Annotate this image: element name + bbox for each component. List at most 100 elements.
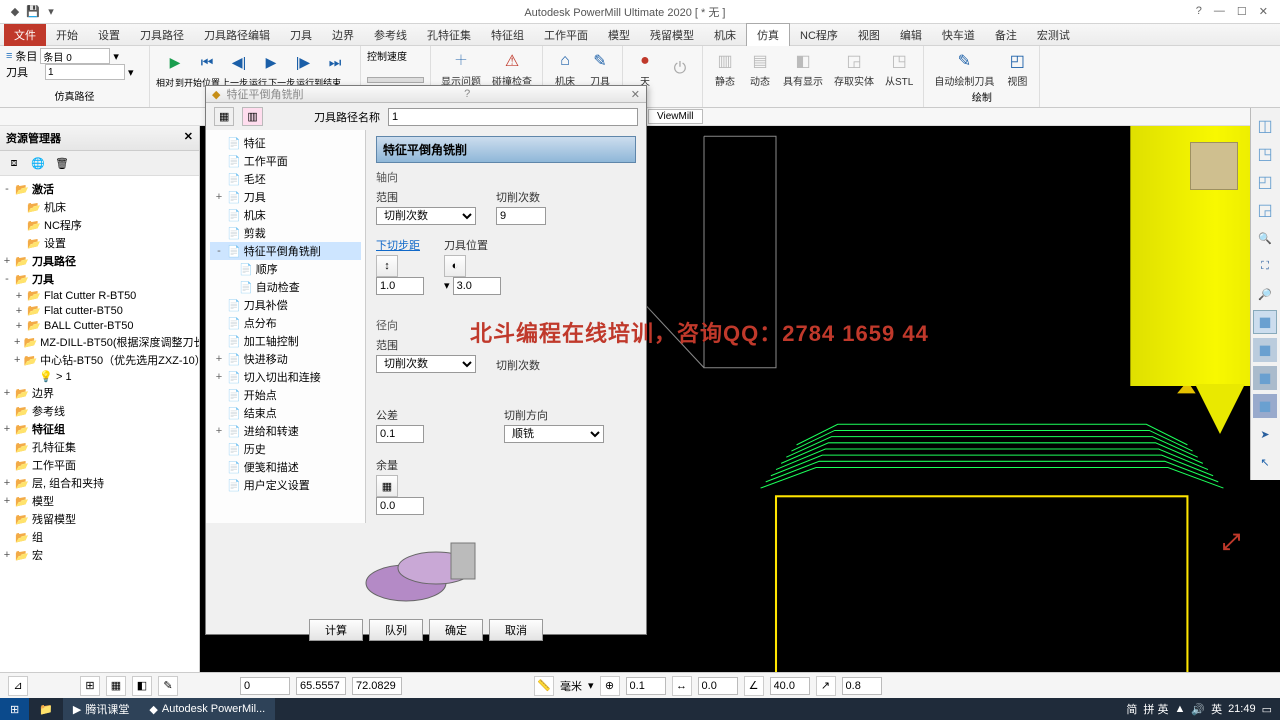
tree-node[interactable]: +📂特征组 xyxy=(2,420,197,438)
tree-node[interactable]: 📂孔特征集 xyxy=(2,438,197,456)
fit-icon[interactable]: ⛶ xyxy=(1253,254,1277,278)
tree-node[interactable]: 📂设置 xyxy=(2,234,197,252)
tab-express[interactable]: 快车道 xyxy=(932,24,985,46)
status-icon[interactable]: ✎ xyxy=(158,676,178,696)
save-icon[interactable]: 💾 xyxy=(26,5,40,19)
fast-fwd-icon[interactable]: ⏭ xyxy=(324,51,346,73)
tree-node[interactable]: +📂Flat Cutter R-BT50 xyxy=(2,288,197,303)
tab-feature[interactable]: 特征组 xyxy=(481,24,534,46)
unit-icon[interactable]: 📏 xyxy=(534,676,554,696)
queue-button[interactable]: 队列 xyxy=(369,619,423,641)
strategy-node[interactable]: 📄点分布 xyxy=(210,314,361,332)
strategy-node[interactable]: 📄机床 xyxy=(210,206,361,224)
play-icon[interactable]: ▶ xyxy=(164,51,186,73)
axial-range-select[interactable]: 切削次数 xyxy=(376,207,476,225)
tab-tool[interactable]: 刀具 xyxy=(280,24,322,46)
status-icon[interactable]: ◧ xyxy=(132,676,152,696)
issues-icon[interactable]: 🞡 xyxy=(449,49,473,73)
coord-y[interactable] xyxy=(296,677,346,695)
step-back-icon[interactable]: ◀| xyxy=(228,51,250,73)
tab-viewmill[interactable]: ViewMill xyxy=(648,109,703,124)
tab-hole[interactable]: 孔特征集 xyxy=(417,24,481,46)
tray-icon[interactable]: 🔊 xyxy=(1191,703,1205,716)
axial-count-input[interactable] xyxy=(496,207,546,225)
off-icon[interactable]: ⏻ xyxy=(668,57,692,81)
tree-node[interactable]: +📂Flat cutter-BT50 xyxy=(2,303,197,318)
clock[interactable]: 21:49 xyxy=(1228,703,1256,715)
tab-toolpath[interactable]: 刀具路径 xyxy=(130,24,194,46)
tab-view[interactable]: 视图 xyxy=(848,24,890,46)
tree-node[interactable]: -📂刀具 xyxy=(2,270,197,288)
strategy-node[interactable]: 📄用户定义设置 xyxy=(210,476,361,494)
tree-node[interactable]: +📂BALL Cutter-BT50 xyxy=(2,318,197,333)
tool-combo[interactable] xyxy=(45,64,125,80)
wp-icon[interactable]: ⊿ xyxy=(8,676,28,696)
tab-macro[interactable]: 宏测试 xyxy=(1027,24,1080,46)
strategy-node[interactable]: 📄历史 xyxy=(210,440,361,458)
strategy-node[interactable]: -📄特征平倒角铣削 xyxy=(210,242,361,260)
strategy-node[interactable]: +📄进给和转速 xyxy=(210,422,361,440)
depth-icon[interactable]: ↕ xyxy=(376,255,398,277)
play-sim-icon[interactable]: ▶ xyxy=(260,51,282,73)
calculate-button[interactable]: 计算 xyxy=(309,619,363,641)
tree-node[interactable]: 📂工作平面 xyxy=(2,456,197,474)
taskbar-app[interactable]: ◆Autodesk PowerMil... xyxy=(139,698,275,720)
tree-node[interactable]: +📂宏 xyxy=(2,546,197,564)
side-icon[interactable]: ◲ xyxy=(1253,198,1277,222)
allowance-input[interactable] xyxy=(376,497,424,515)
strategy-node[interactable]: 📄特征 xyxy=(210,134,361,152)
tree-node[interactable]: 📂机床 xyxy=(2,198,197,216)
strategy-node[interactable]: 📄毛坯 xyxy=(210,170,361,188)
strategy-node[interactable]: 📄结束点 xyxy=(210,404,361,422)
tree-node[interactable]: -📂激活 xyxy=(2,180,197,198)
strategy-node[interactable]: 📄自动检查 xyxy=(210,278,361,296)
zoom-icon[interactable]: 🔍 xyxy=(1253,226,1277,250)
view-cube[interactable] xyxy=(1190,142,1238,190)
toolpos-input[interactable] xyxy=(453,277,501,295)
tab-simulate[interactable]: 仿真 xyxy=(746,23,790,46)
pointer-icon[interactable]: ➤ xyxy=(1253,422,1277,446)
taskbar-app[interactable]: ▶腾讯课堂 xyxy=(63,698,139,720)
tab-pattern[interactable]: 参考线 xyxy=(364,24,417,46)
tab-start[interactable]: 开始 xyxy=(46,24,88,46)
tree-node[interactable]: +📂层, 组合和夹持 xyxy=(2,474,197,492)
tab-notes[interactable]: 备注 xyxy=(985,24,1027,46)
machine-icon[interactable]: ⌂ xyxy=(553,49,577,73)
strategy-node[interactable]: 📄顺序 xyxy=(210,260,361,278)
explorer-icon[interactable]: 📁 xyxy=(29,698,63,720)
tolerance-input[interactable] xyxy=(376,425,424,443)
tab-boundary[interactable]: 边界 xyxy=(322,24,364,46)
strategy-node[interactable]: 📄剪裁 xyxy=(210,224,361,242)
val2[interactable] xyxy=(698,677,738,695)
dropdown-icon[interactable]: ▾ xyxy=(128,66,134,79)
trash-icon[interactable]: 🗑 xyxy=(54,155,70,171)
tray-icon[interactable]: 拼 英 xyxy=(1143,701,1168,717)
strategy-node[interactable]: +📄刀具 xyxy=(210,188,361,206)
tree-node[interactable]: +📂中心钻-BT50（优先选用ZXZ-10） xyxy=(2,351,197,369)
tray-icon[interactable]: ▲ xyxy=(1174,703,1185,715)
depth-input[interactable] xyxy=(376,277,424,295)
dropdown-icon[interactable]: ▾ xyxy=(113,50,119,63)
snap-icon[interactable]: ∠ xyxy=(744,676,764,696)
cursor-icon[interactable]: ↖ xyxy=(1253,450,1277,474)
minimize-icon[interactable]: — xyxy=(1214,5,1225,18)
coord-x[interactable] xyxy=(240,677,290,695)
render1-icon[interactable]: ◼ xyxy=(1253,310,1277,334)
rewind-icon[interactable]: ⏮ xyxy=(196,51,218,73)
cancel-button[interactable]: 取消 xyxy=(489,619,543,641)
strategy-node[interactable]: 📄工作平面 xyxy=(210,152,361,170)
status-icon[interactable]: ▦ xyxy=(106,676,126,696)
item-combo[interactable] xyxy=(40,48,110,64)
tree-node[interactable]: +📂MZ-DILL-BT50(根据深度调整刀长) xyxy=(2,333,197,351)
help-icon[interactable]: ? xyxy=(464,88,470,100)
close-icon[interactable]: ✕ xyxy=(631,88,640,101)
ime-label[interactable]: 英 xyxy=(1211,701,1222,717)
notif-icon[interactable]: ▭ xyxy=(1262,703,1272,716)
strategy-node[interactable]: 📄便笺和描述 xyxy=(210,458,361,476)
explorer-tree[interactable]: -📂激活📂机床📂NC程序📂设置+📂刀具路径-📂刀具+📂Flat Cutter R… xyxy=(0,176,199,685)
tab-nc[interactable]: NC程序 xyxy=(790,24,848,46)
dropdown-icon[interactable]: ▾ xyxy=(444,280,450,292)
strategy-node[interactable]: +📄切入切出和连接 xyxy=(210,368,361,386)
tab-stock[interactable]: 残留模型 xyxy=(640,24,704,46)
tree-node[interactable]: +📂模型 xyxy=(2,492,197,510)
